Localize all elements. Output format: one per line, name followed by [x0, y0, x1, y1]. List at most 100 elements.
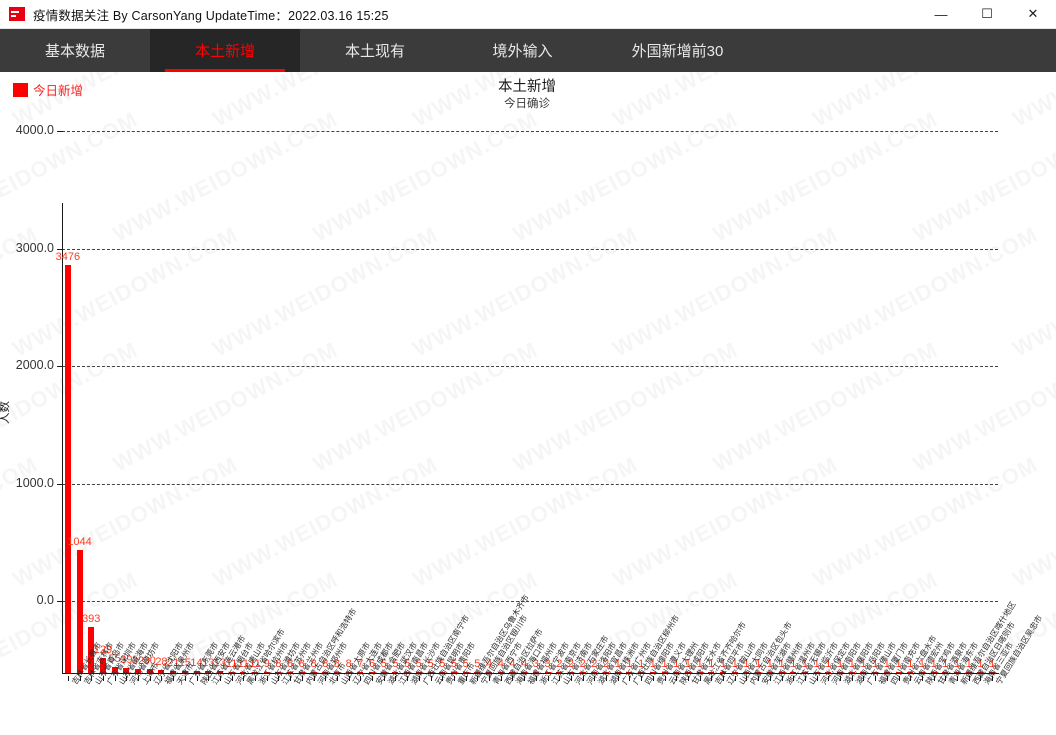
x-tick-mark [67, 676, 69, 681]
x-tick-mark [816, 676, 818, 681]
x-tick-mark [828, 676, 830, 681]
x-tick-mark [793, 676, 795, 681]
window-title: 疫情数据关注 By CarsonYang UpdateTime：2022.03.… [33, 8, 389, 23]
x-tick-mark [559, 676, 561, 681]
x-tick-mark [219, 676, 221, 681]
chart-subtitle: 今日确诊 [504, 98, 550, 110]
minimize-button[interactable]: — [918, 0, 964, 29]
window-title-bar: 疫情数据关注 By CarsonYang UpdateTime：2022.03.… [0, 0, 1056, 29]
x-tick-mark [746, 676, 748, 681]
legend-swatch-icon [13, 82, 28, 97]
x-tick-mark [676, 676, 678, 681]
bar[interactable] [64, 264, 71, 673]
chart-legend: 今日新增 [13, 80, 83, 99]
close-button[interactable]: ✕ [1010, 0, 1056, 29]
x-tick-mark [804, 676, 806, 681]
x-tick-mark [992, 676, 994, 681]
x-tick-mark [921, 676, 923, 681]
x-tick-mark [968, 676, 970, 681]
y-tick-label: 4000.0 [15, 123, 54, 137]
x-tick-mark [535, 676, 537, 681]
y-tick-label: 0.0 [36, 593, 54, 607]
x-tick-mark [524, 676, 526, 681]
x-tick-mark [266, 676, 268, 681]
x-tick-mark [863, 676, 865, 681]
x-tick-mark [945, 676, 947, 681]
tab-local-new[interactable]: 本土新增 [150, 29, 300, 72]
x-tick-mark [477, 676, 479, 681]
bar-value-label: 393 [82, 612, 101, 625]
tab-foreign-top30[interactable]: 外国新增前30 [595, 29, 760, 72]
x-tick-mark [102, 676, 104, 681]
x-tick-mark [489, 676, 491, 681]
x-tick-mark [138, 676, 140, 681]
bar-value-label: 3476 [55, 250, 81, 263]
x-tick-mark [301, 676, 303, 681]
y-tick-mark [57, 131, 63, 132]
x-tick-mark [933, 676, 935, 681]
tab-local-current[interactable]: 本土现有 [300, 29, 450, 72]
x-tick-mark [208, 676, 210, 681]
chart-panel: 今日新增 本土新增 今日确诊 人数 0.0 1000.0 2000.0 3000.0 4… [0, 72, 1056, 686]
x-tick-mark [231, 676, 233, 681]
x-tick-mark [313, 676, 315, 681]
x-tick-mark [711, 676, 713, 681]
x-tick-mark [699, 676, 701, 681]
x-tick-mark [898, 676, 900, 681]
x-tick-mark [980, 676, 982, 681]
x-tick-mark [594, 676, 596, 681]
x-tick-mark [290, 676, 292, 681]
bar-value-label: 1044 [67, 536, 92, 549]
x-tick-mark [734, 676, 736, 681]
legend-label: 今日新增 [33, 84, 84, 98]
x-tick-mark [687, 676, 689, 681]
x-tick-mark [243, 676, 245, 681]
x-tick-mark [886, 676, 888, 681]
x-tick-mark [500, 676, 502, 681]
x-tick-mark [723, 676, 725, 681]
x-tick-mark [255, 676, 257, 681]
x-tick-mark [570, 676, 572, 681]
tab-basic-data[interactable]: 基本数据 [0, 29, 150, 72]
x-tick-mark [465, 676, 467, 681]
x-tick-mark [173, 676, 175, 681]
x-tick-mark [372, 676, 374, 681]
y-tick-label: 2000.0 [15, 358, 54, 372]
x-tick-mark [910, 676, 912, 681]
x-tick-mark [430, 676, 432, 681]
chart-title: 本土新增 [498, 79, 556, 95]
x-tick-mark [114, 676, 116, 681]
x-tick-mark [851, 676, 853, 681]
x-tick-mark [512, 676, 514, 681]
bar[interactable] [76, 550, 83, 673]
x-tick-mark [126, 676, 128, 681]
x-tick-mark [196, 676, 198, 681]
x-tick-mark [184, 676, 186, 681]
gridline [62, 131, 998, 132]
x-tick-mark [348, 676, 350, 681]
x-tick-mark [547, 676, 549, 681]
x-tick-mark [840, 676, 842, 681]
x-axis-labels: 吉林省长春市 吉林省吉林市 山东省青岛市 广东省深圳市 山东省威海市 河北省廊坊市 上海市辽… [62, 593, 1044, 735]
x-tick-mark [769, 676, 771, 681]
x-tick-mark [360, 676, 362, 681]
x-tick-mark [652, 676, 654, 681]
x-tick-mark [875, 676, 877, 681]
x-tick-mark [161, 676, 163, 681]
app-logo-icon [9, 7, 25, 21]
x-tick-mark [395, 676, 397, 681]
x-tick-mark [453, 676, 455, 681]
tab-imported[interactable]: 境外输入 [450, 29, 595, 72]
x-tick-mark [617, 676, 619, 681]
y-tick-label: 3000.0 [15, 240, 54, 255]
x-tick-mark [442, 676, 444, 681]
x-tick-mark [336, 676, 338, 681]
x-tick-mark [629, 676, 631, 681]
x-tick-mark [781, 676, 783, 681]
x-tick-mark [664, 676, 666, 681]
x-tick-mark [606, 676, 608, 681]
maximize-button[interactable]: ☐ [964, 0, 1010, 29]
y-axis-title: 人数 [0, 401, 11, 424]
chart-title-group: 本土新增 今日确诊 [427, 78, 627, 112]
x-tick-mark [278, 676, 280, 681]
